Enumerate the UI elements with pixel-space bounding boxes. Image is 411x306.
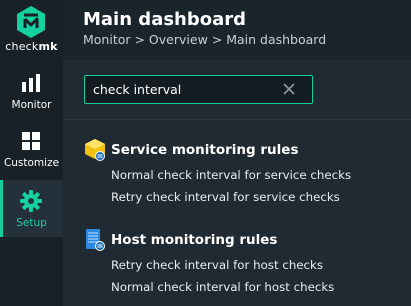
nav-setup-label: Setup [16, 217, 47, 229]
checkmk-logo[interactable]: checkmk [0, 0, 63, 60]
result-link[interactable]: Retry check interval for service checks [111, 190, 340, 204]
gear-icon [20, 190, 42, 212]
sidebar: checkmk Monitor Customize Setup [0, 0, 63, 306]
search-input[interactable] [93, 79, 273, 99]
divider [63, 119, 411, 120]
host-rules-icon [86, 229, 105, 251]
clear-search-icon[interactable] [282, 82, 296, 96]
result-link[interactable]: Retry check interval for host checks [111, 258, 323, 272]
nav-setup[interactable]: Setup [0, 180, 63, 237]
section-title-host-rules: Host monitoring rules [111, 232, 278, 248]
grid-icon [22, 132, 40, 150]
result-link[interactable]: Normal check interval for service checks [111, 168, 351, 182]
nav-customize-label: Customize [3, 157, 60, 169]
logo-wordmark: checkmk [5, 40, 58, 53]
bar-chart-icon [22, 74, 40, 92]
nav-monitor[interactable]: Monitor [0, 62, 63, 120]
service-rules-icon [85, 139, 105, 161]
nav-monitor-label: Monitor [11, 99, 52, 111]
nav-customize[interactable]: Customize [0, 120, 63, 178]
checkmk-logo-icon [17, 6, 45, 38]
page-title: Main dashboard [83, 9, 247, 30]
result-link[interactable]: Normal check interval for host checks [111, 280, 334, 294]
setup-search-box [84, 75, 313, 104]
page-header: Main dashboard Monitor > Overview > Main… [63, 0, 411, 60]
breadcrumb[interactable]: Monitor > Overview > Main dashboard [83, 32, 326, 47]
section-title-service-rules: Service monitoring rules [111, 142, 299, 158]
